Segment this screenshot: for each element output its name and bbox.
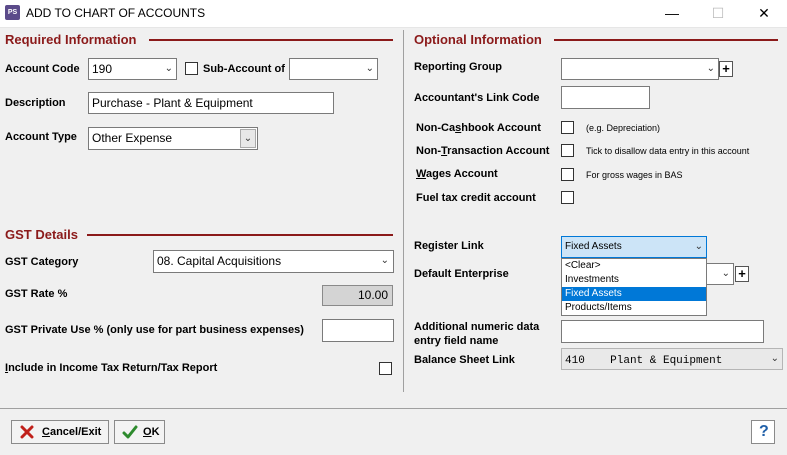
chevron-down-icon: ⌄ — [721, 268, 730, 279]
gst-private-use-label: GST Private Use % (only use for part bus… — [5, 324, 304, 336]
balance-sheet-combo[interactable]: 410 Plant & Equipment ⌄ — [561, 348, 783, 370]
chevron-down-icon: ⌄ — [365, 63, 374, 74]
income-tax-label: Include in Income Tax Return/Tax Report — [5, 362, 218, 374]
non-cashbook-hint: (e.g. Depreciation) — [586, 123, 661, 133]
dropdown-option-products-items[interactable]: Products/Items — [562, 301, 706, 315]
reporting-group-combo[interactable]: ⌄ — [561, 58, 719, 80]
balance-sheet-name: Plant & Equipment — [610, 355, 723, 367]
gst-section-divider — [87, 234, 393, 236]
sub-account-label: Sub-Account of — [203, 63, 285, 75]
gst-category-label: GST Category — [5, 256, 79, 268]
account-type-combo[interactable]: Other Expense ⌄ — [88, 127, 258, 150]
account-code-label: Account Code — [5, 63, 80, 75]
chevron-down-icon: ⌄ — [770, 353, 779, 364]
link-code-label: Accountant's Link Code — [414, 92, 540, 104]
additional-field-label-line1: Additional numeric data — [414, 321, 540, 333]
balance-sheet-code: 410 — [565, 355, 585, 367]
gst-section-title: GST Details — [5, 227, 78, 242]
non-cashbook-label: Non-Cashbook Account — [416, 122, 541, 134]
register-link-combo[interactable]: Fixed Assets ⌄ — [561, 236, 707, 258]
description-label: Description — [5, 97, 66, 109]
column-divider — [403, 30, 404, 392]
link-code-input[interactable] — [561, 86, 650, 109]
optional-section-title: Optional Information — [414, 32, 542, 47]
chevron-down-icon[interactable]: ⌄ — [240, 129, 256, 148]
wages-label: Wages Account — [416, 168, 498, 180]
fuel-tax-label: Fuel tax credit account — [416, 192, 536, 204]
register-link-value: Fixed Assets — [565, 241, 622, 252]
bottom-divider — [0, 408, 787, 409]
required-section-divider — [149, 39, 393, 41]
sub-account-combo[interactable]: ⌄ — [289, 58, 378, 80]
dropdown-option-investments[interactable]: Investments — [562, 273, 706, 287]
additional-field-label-line2: entry field name — [414, 335, 499, 347]
fuel-tax-checkbox[interactable] — [561, 191, 574, 204]
minimize-button[interactable]: — — [649, 0, 695, 27]
dropdown-option-fixed-assets[interactable]: Fixed Assets — [562, 287, 706, 301]
non-transaction-checkbox[interactable] — [561, 144, 574, 157]
income-tax-checkbox[interactable] — [379, 362, 392, 375]
gst-rate-label: GST Rate % — [5, 288, 68, 300]
window-title: ADD TO CHART OF ACCOUNTS — [26, 6, 206, 20]
non-transaction-hint: Tick to disallow data entry in this acco… — [586, 146, 750, 156]
optional-section-divider — [554, 39, 778, 41]
chevron-down-icon: ⌄ — [694, 241, 703, 252]
checkmark-icon — [122, 425, 138, 439]
balance-sheet-label: Balance Sheet Link — [414, 354, 515, 366]
account-type-value: Other Expense — [92, 131, 173, 145]
cancel-x-icon — [20, 425, 34, 439]
non-cashbook-checkbox[interactable] — [561, 121, 574, 134]
cancel-exit-button[interactable]: Cancel/Exit — [11, 420, 109, 444]
register-link-dropdown: <Clear> Investments Fixed Assets Product… — [561, 258, 707, 316]
dropdown-option-clear[interactable]: <Clear> — [562, 259, 706, 273]
gst-rate-field: 10.00 — [322, 285, 393, 306]
account-code-combo[interactable]: 190 ⌄ — [88, 58, 177, 80]
additional-field-input[interactable] — [561, 320, 764, 343]
chevron-down-icon: ⌄ — [164, 63, 173, 74]
non-transaction-label: Non-Transaction Account — [416, 145, 550, 157]
chevron-down-icon: ⌄ — [706, 63, 715, 74]
help-icon: ? — [759, 423, 769, 440]
add-reporting-group-button[interactable]: + — [719, 61, 733, 77]
account-type-label: Account Type — [5, 131, 77, 143]
gst-category-combo[interactable]: 08. Capital Acquisitions ⌄ — [153, 250, 394, 273]
ok-label: OK — [143, 426, 160, 438]
register-link-label: Register Link — [414, 240, 484, 252]
description-input[interactable]: Purchase - Plant & Equipment — [88, 92, 334, 114]
gst-private-use-input[interactable] — [322, 319, 394, 342]
sub-account-checkbox[interactable] — [185, 62, 198, 75]
help-button[interactable]: ? — [751, 420, 775, 444]
required-section-title: Required Information — [5, 32, 137, 47]
chevron-down-icon: ⌄ — [380, 255, 389, 266]
reporting-group-label: Reporting Group — [414, 61, 502, 73]
gst-category-value: 08. Capital Acquisitions — [157, 254, 282, 268]
cancel-exit-label: Cancel/Exit — [42, 426, 102, 438]
maximize-button[interactable]: ☐ — [695, 0, 741, 27]
app-icon: PS — [5, 5, 20, 20]
account-code-value: 190 — [92, 62, 113, 76]
wages-checkbox[interactable] — [561, 168, 574, 181]
title-bar: PS ADD TO CHART OF ACCOUNTS — ☐ ✕ — [0, 0, 787, 28]
add-enterprise-button[interactable]: + — [735, 266, 749, 282]
default-enterprise-label: Default Enterprise — [414, 268, 509, 280]
ok-button[interactable]: OK — [114, 420, 165, 444]
wages-hint: For gross wages in BAS — [586, 170, 683, 180]
close-button[interactable]: ✕ — [741, 0, 787, 27]
